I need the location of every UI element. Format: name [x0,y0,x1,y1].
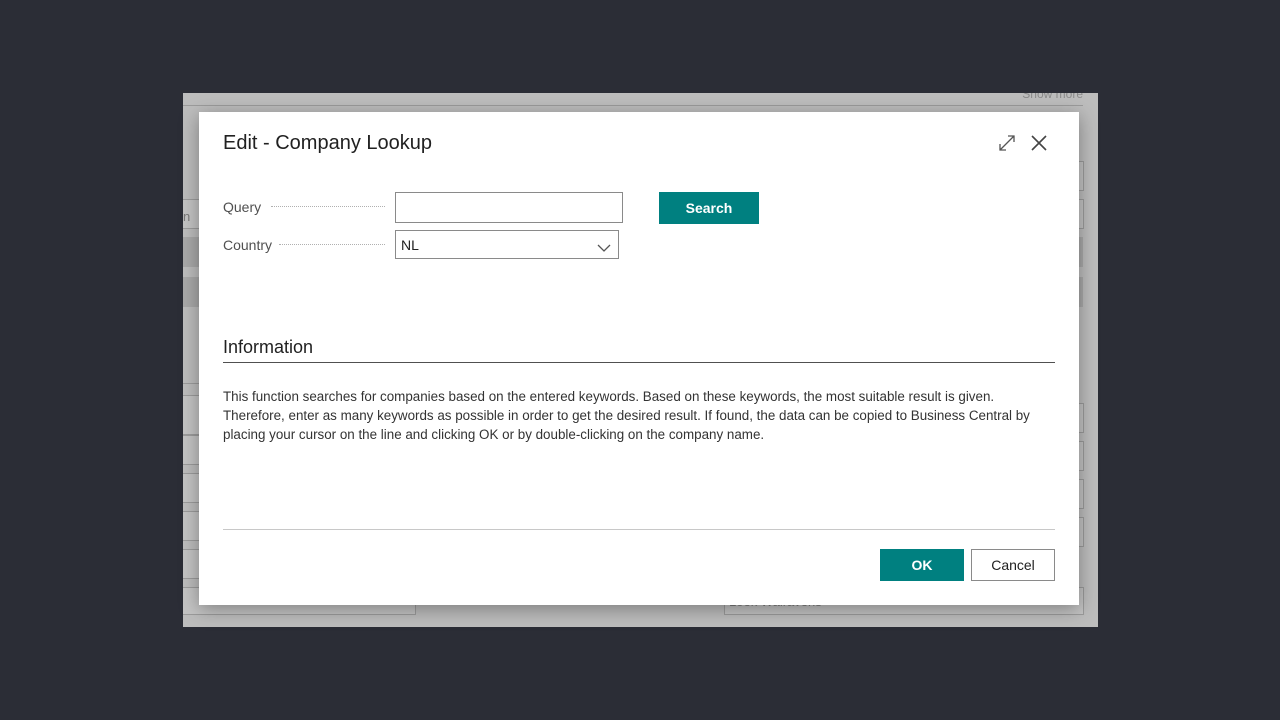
background-field [183,435,200,465]
ok-button[interactable]: OK [880,549,964,581]
expand-icon[interactable] [995,131,1019,155]
show-more-link: Show more [1022,93,1083,101]
query-leader-dots [271,206,385,207]
background-field [183,473,200,503]
close-icon[interactable] [1027,131,1051,155]
query-row: Query [223,192,261,221]
background-field [183,511,200,541]
country-select[interactable]: NL [395,230,619,259]
country-leader-dots [279,244,385,245]
company-lookup-dialog: Edit - Company Lookup Query Country NL S… [199,112,1079,605]
cancel-button[interactable]: Cancel [971,549,1055,581]
query-input[interactable] [395,192,623,223]
country-row: Country [223,230,272,259]
dialog-title: Edit - Company Lookup [223,132,433,154]
chevron-down-icon [597,240,611,252]
background-label: n [183,209,191,224]
information-text: This function searches for companies bas… [223,389,1030,442]
country-label: Country [223,236,273,253]
background-field [183,549,200,579]
information-divider [223,362,1055,363]
footer-divider [223,529,1055,530]
information-title: Information [223,337,314,357]
background-divider [183,383,199,384]
query-label: Query [223,198,262,215]
search-button[interactable]: Search [659,192,759,224]
background-divider [183,105,1083,106]
background-field [183,395,200,435]
country-value: NL [401,237,419,253]
